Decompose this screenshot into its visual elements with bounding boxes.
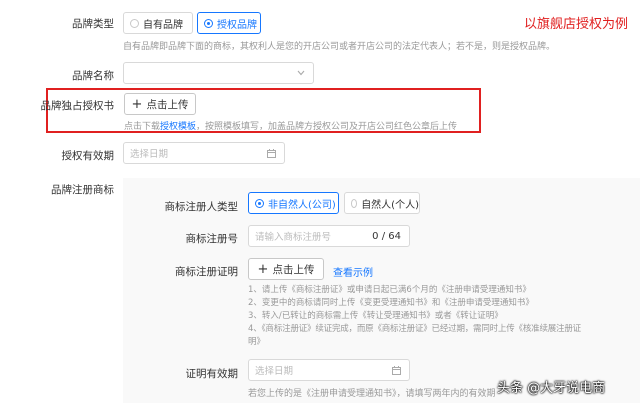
brand-name-label: 品牌名称 bbox=[72, 70, 114, 82]
reg-proof-step-1: 1、请上传《商标注册证》或申请日起已满6个月的《注册申请受理通知书》 bbox=[248, 285, 531, 295]
radio-authorized-brand[interactable]: 授权品牌 bbox=[197, 12, 261, 34]
brand-type-hint: 自有品牌即品牌下面的商标，其权利人是您的开店公司或者开店公司的法定代表人；若不是… bbox=[123, 42, 556, 52]
reg-proof-step-4-cont: 明》 bbox=[248, 337, 266, 347]
auth-validity-label: 授权有效期 bbox=[61, 150, 115, 162]
reg-number-placeholder: 请输入商标注册号 bbox=[255, 232, 332, 243]
exclusive-auth-hint: 点击下载授权模板，按照模板填写，加盖品牌方授权公司及开店公司红色公章后上传 bbox=[124, 119, 457, 132]
date-placeholder: 选择日期 bbox=[255, 366, 294, 377]
radio-non-natural-person[interactable]: 非自然人(公司) bbox=[248, 192, 339, 214]
exclusive-auth-upload-button[interactable]: + 点击上传 bbox=[124, 93, 196, 115]
brand-name-select[interactable] bbox=[123, 62, 314, 84]
radio-authorized-brand-label: 授权品牌 bbox=[217, 19, 257, 31]
reg-proof-upload-button[interactable]: + 点击上传 bbox=[248, 258, 324, 280]
proof-validity-hint: 若您上传的是《注册申请受理通知书》，请填写两年内的有效期 bbox=[248, 389, 496, 399]
template-download-link[interactable]: 授权模板 bbox=[160, 122, 196, 132]
reg-proof-step-3: 3、转入/已转让的商标需上传《转让受理通知书》或者《转让证明》 bbox=[248, 311, 503, 321]
calendar-icon bbox=[267, 149, 276, 158]
hint-suffix: ，按照模板填写，加盖品牌方授权公司及开店公司红色公章后上传 bbox=[196, 122, 458, 132]
reg-proof-step-2: 2、变更中的商标请同时上传《变更受理通知书》和《注册申请受理通知书》 bbox=[248, 298, 534, 308]
radio-icon bbox=[130, 18, 139, 28]
upload-button-label: 点击上传 bbox=[272, 263, 315, 276]
exclusive-auth-label: 品牌独占授权书 bbox=[40, 100, 115, 112]
radio-non-natural-person-label: 非自然人(公司) bbox=[268, 199, 336, 211]
plus-icon: + bbox=[131, 96, 143, 112]
proof-validity-label: 证明有效期 bbox=[185, 368, 239, 380]
plus-icon: + bbox=[257, 261, 269, 277]
brand-trademark-label: 品牌注册商标 bbox=[51, 184, 114, 196]
view-example-link[interactable]: 查看示例 bbox=[333, 264, 373, 279]
radio-own-brand[interactable]: 自有品牌 bbox=[123, 12, 193, 34]
reg-proof-label: 商标注册证明 bbox=[175, 266, 238, 278]
radio-icon bbox=[351, 198, 358, 208]
annotation-text: 以旗舰店授权为例 bbox=[524, 17, 629, 32]
registrant-type-label: 商标注册人类型 bbox=[164, 201, 239, 213]
calendar-icon bbox=[392, 366, 401, 375]
reg-proof-step-4: 4、《商标注册证》续证完成，而原《商标注册证》已经过期，需同时上传《核准续展注册… bbox=[248, 324, 581, 334]
char-counter: 0 / 64 bbox=[372, 230, 401, 242]
proof-validity-date-input[interactable]: 选择日期 bbox=[248, 359, 410, 381]
auth-validity-date-input[interactable]: 选择日期 bbox=[123, 142, 285, 164]
watermark: 头条 @大牙说电商 bbox=[497, 381, 606, 396]
date-placeholder: 选择日期 bbox=[130, 149, 169, 160]
reg-number-label: 商标注册号 bbox=[185, 233, 239, 245]
radio-own-brand-label: 自有品牌 bbox=[143, 19, 183, 31]
radio-natural-person-label: 自然人(个人) bbox=[361, 199, 419, 211]
radio-natural-person[interactable]: 自然人(个人) bbox=[344, 192, 420, 214]
upload-button-label: 点击上传 bbox=[146, 98, 189, 111]
brand-type-label: 品牌类型 bbox=[72, 18, 114, 30]
radio-icon bbox=[255, 198, 264, 208]
hint-prefix: 点击下载 bbox=[124, 122, 161, 132]
reg-number-input[interactable]: 请输入商标注册号 0 / 64 bbox=[248, 225, 410, 247]
chevron-down-icon bbox=[297, 70, 305, 76]
radio-icon bbox=[204, 18, 213, 28]
